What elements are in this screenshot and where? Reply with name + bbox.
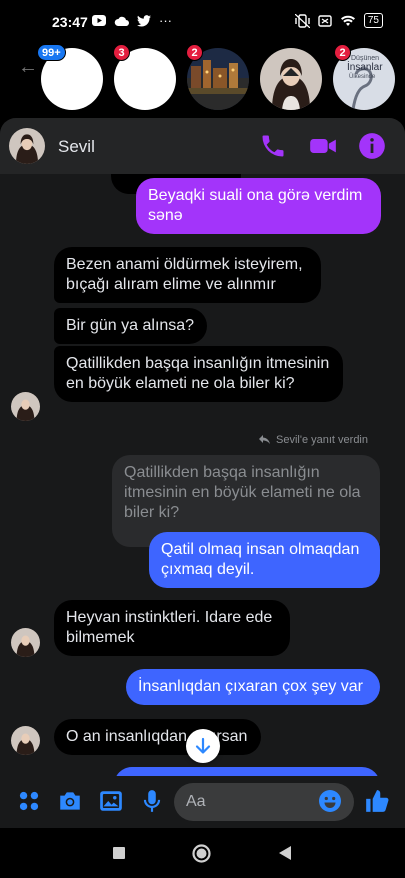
status-more-dots: ··· [159, 13, 172, 28]
no-sim-icon [318, 14, 332, 27]
camera-icon[interactable] [57, 788, 83, 814]
message-bubble-received[interactable]: O an insanlıqdan çıxırsan [54, 719, 261, 755]
svg-text:İnsanlar: İnsanlar [347, 60, 383, 73]
status-bar: 23:47 ··· 75 [0, 0, 405, 42]
home-icon[interactable] [192, 844, 211, 863]
chat-header: Sevil [0, 118, 405, 174]
battery-indicator: 75 [363, 13, 383, 28]
message-bubble-received[interactable]: Qatillikden başqa insanlığın itmesinin e… [54, 346, 343, 402]
info-icon[interactable] [358, 132, 386, 160]
composer-bar: Aa [0, 776, 405, 828]
arrow-down-icon [195, 737, 211, 754]
unread-badge: 2 [334, 44, 351, 61]
like-icon[interactable] [364, 788, 390, 814]
message-input-placeholder: Aa [186, 793, 206, 810]
avatar[interactable] [11, 392, 40, 421]
reply-note: Sevil'e yanıt verdin [258, 434, 368, 446]
phone-icon[interactable] [259, 132, 287, 160]
reply-note-text: Sevil'e yanıt verdin [276, 434, 368, 446]
unread-badge: 2 [186, 44, 203, 61]
microphone-icon[interactable] [139, 788, 165, 814]
message-bubble-received[interactable]: Heyvan instinktleri. Idare ede bilmemek [54, 600, 290, 656]
message-bubble-received[interactable]: Bezen anami öldürmek isteyirem, bıçağı a… [54, 247, 321, 303]
message-bubble-sent[interactable]: Qatil olmaq insan olmaqdan çıxmaq deyil. [149, 532, 380, 588]
wifi-icon [340, 15, 355, 26]
back-arrow-icon[interactable]: ← [18, 56, 38, 79]
apps-grid-icon[interactable] [16, 788, 42, 814]
message-bubble-sent[interactable]: Beyaqki suali ona görə verdim sənə [136, 178, 381, 234]
twitter-icon [137, 14, 151, 26]
contact-name[interactable]: Sevil [58, 137, 95, 157]
message-list[interactable]: Beyaqki suali ona görə verdim sənə Bezen… [0, 174, 405, 776]
video-call-icon[interactable] [309, 132, 337, 160]
avatar[interactable] [11, 628, 40, 657]
status-time: 23:47 [52, 14, 88, 30]
recents-icon[interactable] [113, 847, 125, 859]
reply-icon [258, 435, 270, 444]
chat-head-active[interactable] [260, 48, 322, 110]
vibrate-icon [294, 13, 310, 28]
unread-badge: 3 [113, 44, 130, 61]
cloud-icon [114, 16, 129, 26]
youtube-icon [92, 15, 106, 26]
message-bubble-received[interactable]: Bir gün ya alınsa? [54, 308, 207, 344]
gallery-icon[interactable] [98, 788, 124, 814]
svg-text:Düşünen: Düşünen [351, 55, 379, 62]
message-bubble-partial [114, 767, 380, 776]
system-nav-bar [0, 828, 405, 878]
chat-panel: Sevil Beyaqki suali ona görə verdim sənə… [0, 118, 405, 828]
scroll-to-bottom-button[interactable] [186, 729, 220, 763]
active-head-pointer [283, 68, 299, 76]
unread-badge: 99+ [37, 44, 66, 61]
avatar[interactable] [11, 726, 40, 755]
chat-heads-bar: ← 99+ 3 2 Düşünen İnsanlar Ülkesinde 2 [0, 42, 405, 120]
message-bubble-sent[interactable]: İnsanlıqdan çıxaran çox şey var [126, 669, 380, 705]
back-icon[interactable] [279, 846, 291, 860]
emoji-icon[interactable] [318, 789, 342, 813]
avatar[interactable] [9, 128, 45, 164]
profile-photo [260, 48, 322, 110]
svg-text:Ülkesinde: Ülkesinde [349, 73, 376, 80]
